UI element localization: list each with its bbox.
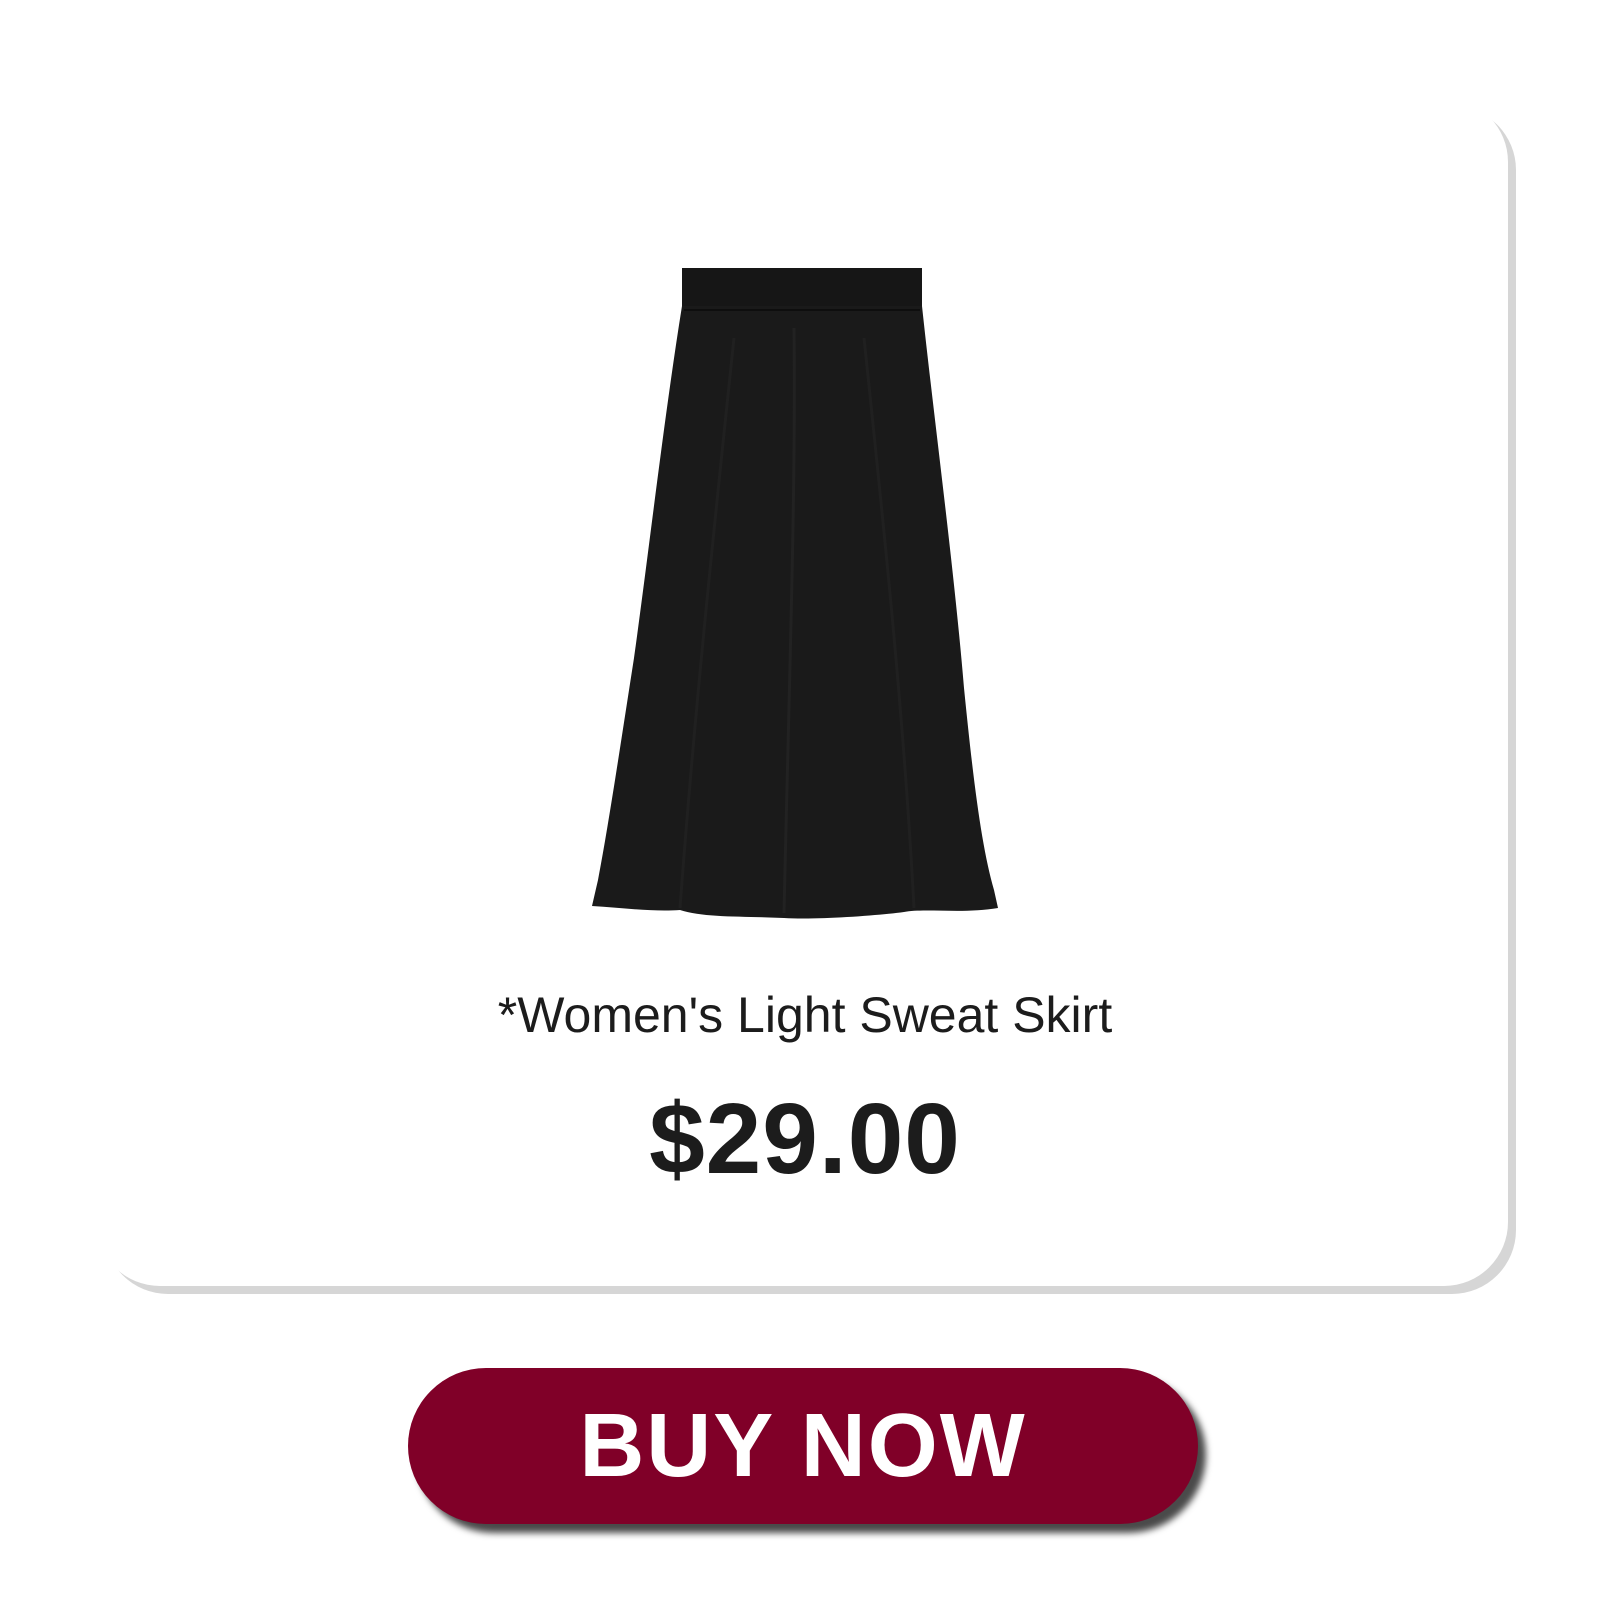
buy-now-button[interactable]: BUY NOW: [408, 1368, 1198, 1524]
product-price: $29.00: [649, 1083, 961, 1195]
page: *Women's Light Sweat Skirt $29.00 BUY NO…: [0, 0, 1600, 1600]
buy-now-label: BUY NOW: [579, 1395, 1027, 1496]
product-name: *Women's Light Sweat Skirt: [497, 987, 1113, 1043]
skirt-image: [592, 268, 998, 919]
